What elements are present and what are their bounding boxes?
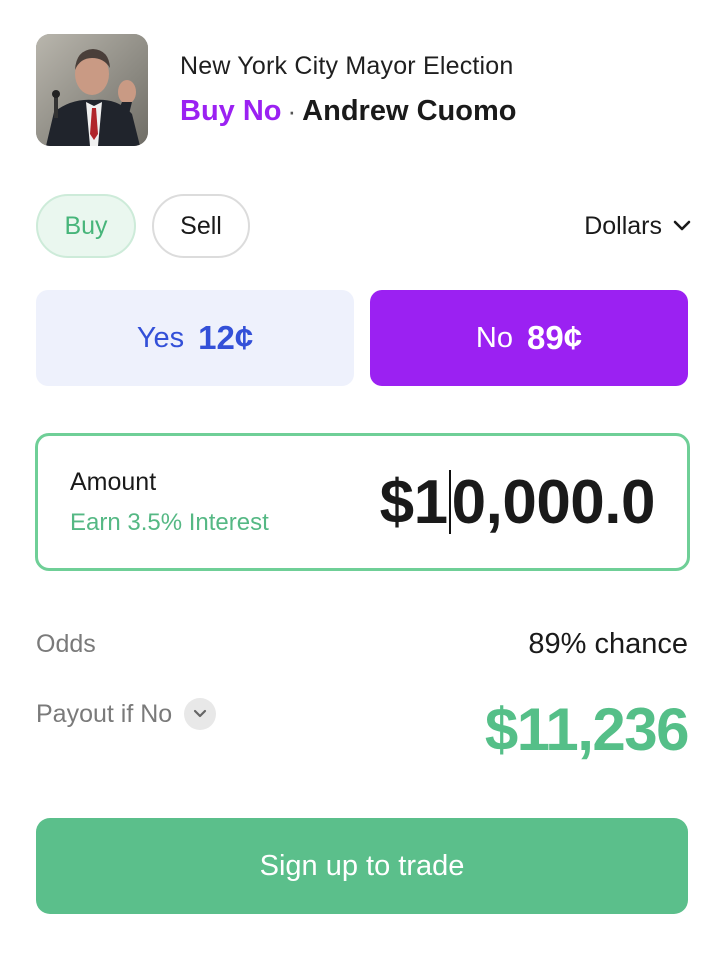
outcome-line: Buy No · Andrew Cuomo [180, 95, 516, 128]
buy-tab[interactable]: Buy [36, 194, 136, 258]
payout-row: Payout if No $11,236 [36, 694, 690, 770]
yes-price: 12¢ [198, 319, 254, 356]
no-label: No [475, 321, 513, 354]
action-label: Buy No [180, 95, 282, 127]
payout-value: $11,236 [484, 696, 690, 763]
header-text: New York City Mayor Election Buy No · Andr… [180, 52, 516, 128]
payout-label: Payout if No [36, 699, 173, 728]
no-button[interactable]: No 89¢ [370, 290, 688, 386]
odds-row: Odds 89% chance [36, 624, 688, 664]
payout-expand-button[interactable] [184, 698, 217, 730]
currency-dropdown[interactable]: Dollars [584, 212, 692, 241]
amount-value-before-caret: $1 [379, 467, 448, 537]
separator-dot: · [287, 96, 297, 126]
odds-label: Odds [36, 629, 96, 658]
market-title: New York City Mayor Election [180, 52, 514, 80]
interest-text: Earn 3.5% Interest [70, 508, 269, 536]
amount-label: Amount [70, 467, 157, 496]
currency-label: Dollars [584, 211, 662, 240]
no-price: 89¢ [527, 319, 583, 356]
candidate-avatar [36, 34, 148, 146]
text-caret [448, 470, 451, 534]
mode-row: Buy Sell Dollars [36, 194, 692, 258]
sell-tab[interactable]: Sell [152, 194, 250, 258]
payout-label-wrap: Payout if No [36, 698, 217, 730]
outcome-selector: Yes 12¢ No 89¢ [36, 290, 688, 386]
amount-labels: Amount Earn 3.5% Interest [70, 468, 269, 537]
chevron-down-icon [673, 220, 691, 231]
market-header: New York City Mayor Election Buy No · Andr… [36, 34, 692, 146]
candidate-name: Andrew Cuomo [302, 95, 517, 127]
chevron-down-icon [194, 709, 207, 718]
sign-up-button[interactable]: Sign up to trade [36, 818, 688, 914]
yes-button[interactable]: Yes 12¢ [36, 290, 354, 386]
odds-value: 89% chance [528, 627, 688, 660]
yes-label: Yes [136, 321, 185, 354]
amount-input[interactable]: $1 0,000.0 [379, 467, 656, 538]
amount-value-after-caret: 0,000.0 [451, 467, 656, 537]
amount-input-box[interactable]: Amount Earn 3.5% Interest $1 0,000.0 [35, 433, 690, 571]
